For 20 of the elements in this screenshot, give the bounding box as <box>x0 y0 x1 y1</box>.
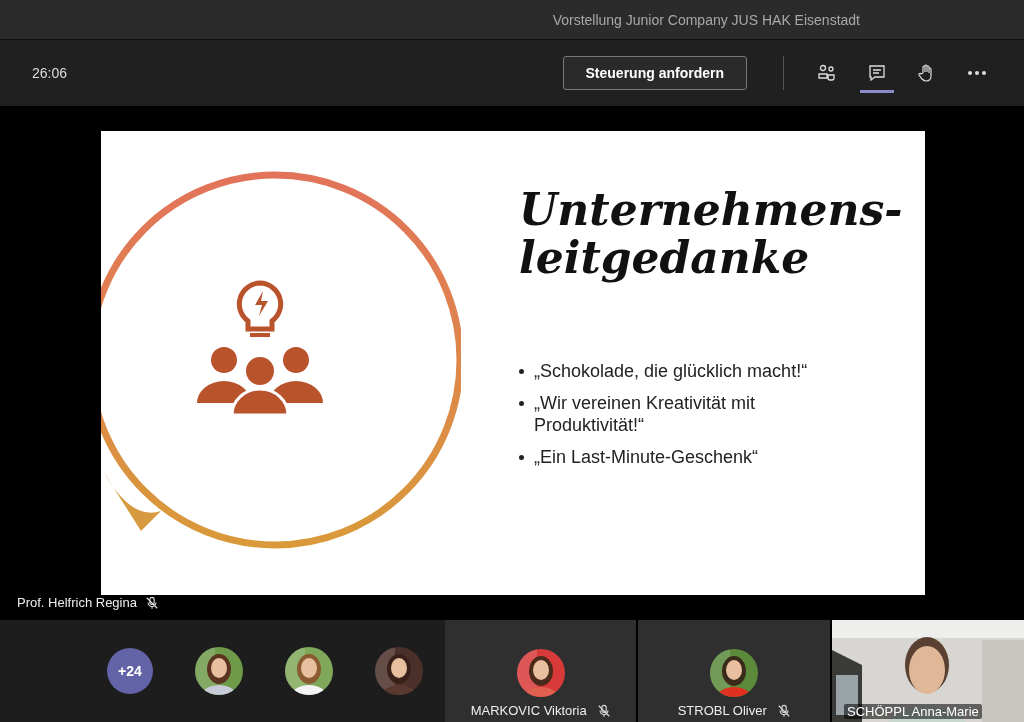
chat-icon <box>867 63 887 83</box>
participant-name: MARKOVIC Viktoria <box>470 703 587 718</box>
people-icon <box>817 63 837 83</box>
bullet-text: „Wir vereinen Kreativität mit Produktivität!“ <box>534 392 757 436</box>
lightbulb-team-icon <box>197 280 323 417</box>
slide-title: Unternehmens- <box>519 186 903 234</box>
bullet-icon <box>519 369 524 374</box>
call-timer: 26:06 <box>32 65 69 81</box>
bullet-icon <box>519 401 524 406</box>
request-control-button[interactable]: Steuerung anfordern <box>562 56 747 90</box>
participant-name: SCHÖPPL Anna-Marie <box>844 704 982 719</box>
more-participants-badge[interactable]: +24 <box>106 648 153 694</box>
bullet-icon <box>519 455 524 460</box>
bullet-text: „Ein Last-Minute-Geschenk“ <box>534 446 759 468</box>
presenter-name: Prof. Helfrich Regina <box>17 595 137 610</box>
more-icon <box>966 70 988 76</box>
slide-title: leitgedanke <box>519 234 811 282</box>
participant-name: STROBL Oliver <box>677 703 767 718</box>
bullet-text: „Schokolade, die glücklich macht!“ <box>534 360 808 382</box>
meeting-title: Vorstellung Junior Company JUS HAK Eisenstadt <box>552 11 860 28</box>
